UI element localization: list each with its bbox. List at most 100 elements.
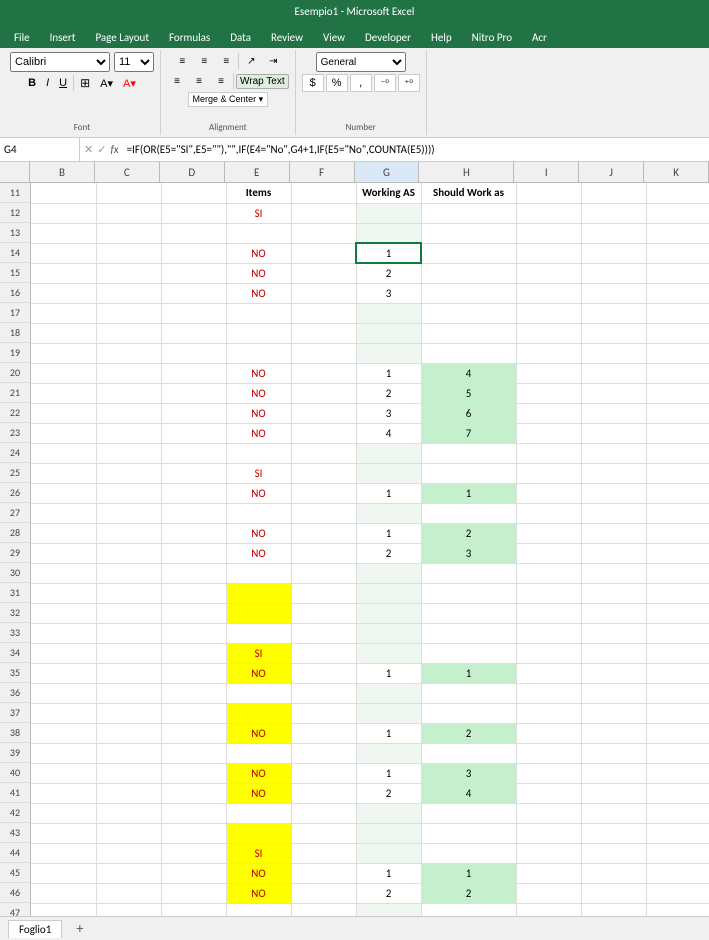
- table-cell[interactable]: [421, 283, 516, 303]
- table-cell[interactable]: [31, 283, 96, 303]
- table-cell[interactable]: [356, 743, 421, 763]
- table-cell[interactable]: [646, 523, 709, 543]
- table-cell[interactable]: [291, 243, 356, 263]
- table-cell[interactable]: [581, 203, 646, 223]
- row-header[interactable]: 41: [0, 783, 30, 803]
- table-cell[interactable]: [226, 623, 291, 643]
- table-cell[interactable]: [421, 743, 516, 763]
- table-cell[interactable]: [516, 423, 581, 443]
- indent-button[interactable]: ⇥: [263, 52, 283, 70]
- table-cell[interactable]: [581, 643, 646, 663]
- table-cell[interactable]: NO: [226, 423, 291, 443]
- table-cell[interactable]: [516, 543, 581, 563]
- table-cell[interactable]: [291, 563, 356, 583]
- row-header[interactable]: 47: [0, 903, 30, 916]
- font-color-button[interactable]: A▾: [119, 75, 140, 92]
- align-top-right[interactable]: ≡: [216, 52, 236, 70]
- table-cell[interactable]: 1: [356, 723, 421, 743]
- table-cell[interactable]: [161, 203, 226, 223]
- table-cell[interactable]: [161, 663, 226, 683]
- table-cell[interactable]: NO: [226, 663, 291, 683]
- table-cell[interactable]: [31, 383, 96, 403]
- table-cell[interactable]: NO: [226, 523, 291, 543]
- table-cell[interactable]: [421, 243, 516, 263]
- table-cell[interactable]: NO: [226, 243, 291, 263]
- table-cell[interactable]: [646, 683, 709, 703]
- table-cell[interactable]: [646, 483, 709, 503]
- table-cell[interactable]: [581, 543, 646, 563]
- table-cell[interactable]: [291, 723, 356, 743]
- table-cell[interactable]: [226, 503, 291, 523]
- table-cell[interactable]: [646, 223, 709, 243]
- table-cell[interactable]: [226, 803, 291, 823]
- tab-nitro[interactable]: Nitro Pro: [462, 27, 522, 48]
- table-cell[interactable]: [96, 403, 161, 423]
- table-cell[interactable]: [96, 863, 161, 883]
- table-cell[interactable]: SI: [226, 203, 291, 223]
- table-cell[interactable]: [31, 243, 96, 263]
- table-cell[interactable]: [96, 323, 161, 343]
- orientation-button[interactable]: ↗: [241, 52, 261, 70]
- table-cell[interactable]: [646, 383, 709, 403]
- table-cell[interactable]: [31, 743, 96, 763]
- row-header[interactable]: 19: [0, 343, 30, 363]
- tab-view[interactable]: View: [313, 27, 355, 48]
- table-cell[interactable]: [516, 743, 581, 763]
- table-cell[interactable]: [356, 843, 421, 863]
- table-cell[interactable]: [421, 443, 516, 463]
- number-format-selector[interactable]: General: [316, 52, 406, 72]
- table-cell[interactable]: [581, 223, 646, 243]
- table-cell[interactable]: SI: [226, 843, 291, 863]
- table-cell[interactable]: [516, 343, 581, 363]
- row-header[interactable]: 16: [0, 283, 30, 303]
- table-cell[interactable]: [161, 823, 226, 843]
- table-cell[interactable]: [516, 223, 581, 243]
- percent-button[interactable]: %: [326, 74, 348, 92]
- row-header[interactable]: 18: [0, 323, 30, 343]
- tab-acr[interactable]: Acr: [522, 27, 557, 48]
- merge-center-button[interactable]: Merge & Center ▾: [188, 92, 269, 107]
- row-header[interactable]: 46: [0, 883, 30, 903]
- tab-formulas[interactable]: Formulas: [159, 27, 220, 48]
- row-header[interactable]: 28: [0, 523, 30, 543]
- table-cell[interactable]: [291, 503, 356, 523]
- table-cell[interactable]: [161, 903, 226, 916]
- formula-input[interactable]: [123, 143, 709, 156]
- table-cell[interactable]: [421, 603, 516, 623]
- table-cell[interactable]: [421, 323, 516, 343]
- table-cell[interactable]: [646, 663, 709, 683]
- table-cell[interactable]: 2: [356, 383, 421, 403]
- table-cell[interactable]: [226, 743, 291, 763]
- table-cell[interactable]: [226, 903, 291, 916]
- add-sheet-button[interactable]: +: [70, 918, 89, 939]
- table-cell[interactable]: [31, 323, 96, 343]
- table-cell[interactable]: [31, 223, 96, 243]
- table-cell[interactable]: [161, 283, 226, 303]
- table-cell[interactable]: [646, 603, 709, 623]
- table-cell[interactable]: [161, 443, 226, 463]
- align-center[interactable]: ≡: [189, 72, 209, 90]
- row-header[interactable]: 22: [0, 403, 30, 423]
- col-header-F[interactable]: F: [290, 162, 355, 182]
- table-cell[interactable]: [646, 823, 709, 843]
- table-cell[interactable]: [161, 343, 226, 363]
- table-cell[interactable]: [31, 543, 96, 563]
- table-cell[interactable]: [161, 323, 226, 343]
- table-cell[interactable]: [356, 443, 421, 463]
- table-cell[interactable]: 4: [421, 363, 516, 383]
- table-cell[interactable]: [291, 423, 356, 443]
- table-cell[interactable]: [581, 623, 646, 643]
- table-cell[interactable]: [161, 403, 226, 423]
- table-cell[interactable]: [226, 823, 291, 843]
- table-cell[interactable]: [646, 623, 709, 643]
- table-cell[interactable]: [291, 223, 356, 243]
- table-cell[interactable]: [646, 303, 709, 323]
- table-cell[interactable]: [96, 283, 161, 303]
- table-cell[interactable]: [291, 203, 356, 223]
- table-cell[interactable]: [581, 743, 646, 763]
- table-cell[interactable]: [516, 823, 581, 843]
- table-cell[interactable]: [581, 583, 646, 603]
- table-cell[interactable]: [581, 303, 646, 323]
- row-header[interactable]: 42: [0, 803, 30, 823]
- table-cell[interactable]: [291, 803, 356, 823]
